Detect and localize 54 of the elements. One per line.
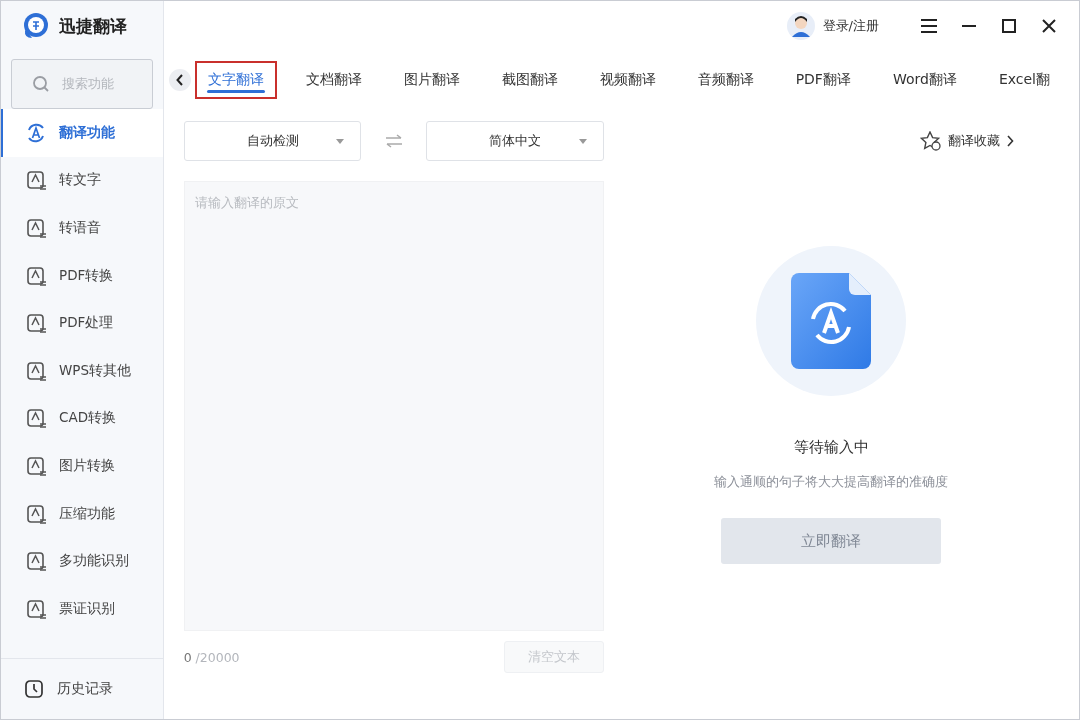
tab[interactable]: 图片翻译	[390, 61, 473, 99]
sidebar-item[interactable]: PDF处理	[1, 299, 163, 347]
maximize-icon	[1002, 19, 1016, 33]
source-text-input[interactable]: 请输入翻译的原文	[183, 181, 604, 631]
back-button[interactable]	[168, 69, 191, 91]
sidebar-item[interactable]: 转语音	[1, 204, 163, 252]
app-logo-icon	[21, 12, 49, 40]
feature-icon	[25, 359, 47, 382]
feature-icon	[25, 217, 47, 239]
tab[interactable]: PDF翻译	[782, 61, 864, 99]
document-translate-icon	[791, 273, 872, 369]
minimize-icon	[962, 25, 976, 27]
app-name: 迅捷翻译	[59, 14, 127, 38]
search-icon	[32, 75, 50, 93]
chevron-left-icon	[175, 74, 184, 86]
sidebar-item[interactable]: CAD转换	[1, 394, 163, 443]
favorites-link[interactable]: 翻译收藏	[920, 121, 1014, 161]
status-title: 等待输入中	[793, 438, 869, 457]
tab[interactable]: Excel翻	[985, 61, 1063, 99]
feature-icon	[25, 169, 47, 192]
clock-icon	[23, 678, 45, 700]
tab[interactable]: 视频翻译	[586, 61, 669, 99]
feature-icon	[25, 407, 47, 430]
sidebar-item[interactable]: 多功能识别	[1, 537, 163, 585]
sidebar-item[interactable]: 翻译功能	[1, 109, 163, 157]
avatar-icon	[786, 12, 815, 40]
tab[interactable]: 文字翻译	[194, 61, 277, 99]
translate-icon	[25, 121, 47, 144]
login-link[interactable]: 登录/注册	[786, 12, 879, 40]
history-item[interactable]: 历史记录	[1, 658, 163, 719]
feature-icon	[25, 550, 47, 573]
star-icon	[920, 131, 942, 151]
tab[interactable]: 文档翻译	[292, 61, 375, 99]
tab[interactable]: Word翻译	[879, 61, 970, 99]
tab[interactable]: 音频翻译	[684, 61, 767, 99]
tab[interactable]: 截图翻译	[488, 61, 571, 99]
status-hint: 输入通顺的句子将大大提高翻译的准确度	[714, 473, 949, 491]
source-language-dropdown[interactable]: 自动检测	[183, 121, 362, 161]
feature-icon	[25, 454, 47, 477]
sidebar-item[interactable]: PDF转换	[1, 251, 163, 300]
chevron-right-icon	[1006, 135, 1014, 147]
sidebar-item[interactable]: WPS转其他	[1, 346, 163, 395]
character-count: 0 /20000	[183, 649, 240, 665]
sidebar-item[interactable]: 图片转换	[1, 442, 163, 490]
target-language-dropdown[interactable]: 简体中文	[425, 121, 604, 161]
sidebar-item[interactable]: 转文字	[1, 156, 163, 205]
sidebar-item[interactable]: 票证识别	[1, 584, 163, 633]
feature-icon	[25, 597, 47, 620]
close-icon	[1042, 19, 1056, 33]
sidebar-item[interactable]: 压缩功能	[1, 489, 163, 538]
menu-icon	[921, 19, 937, 33]
feature-icon	[25, 502, 47, 525]
feature-icon	[25, 312, 47, 335]
feature-icon	[25, 264, 47, 287]
